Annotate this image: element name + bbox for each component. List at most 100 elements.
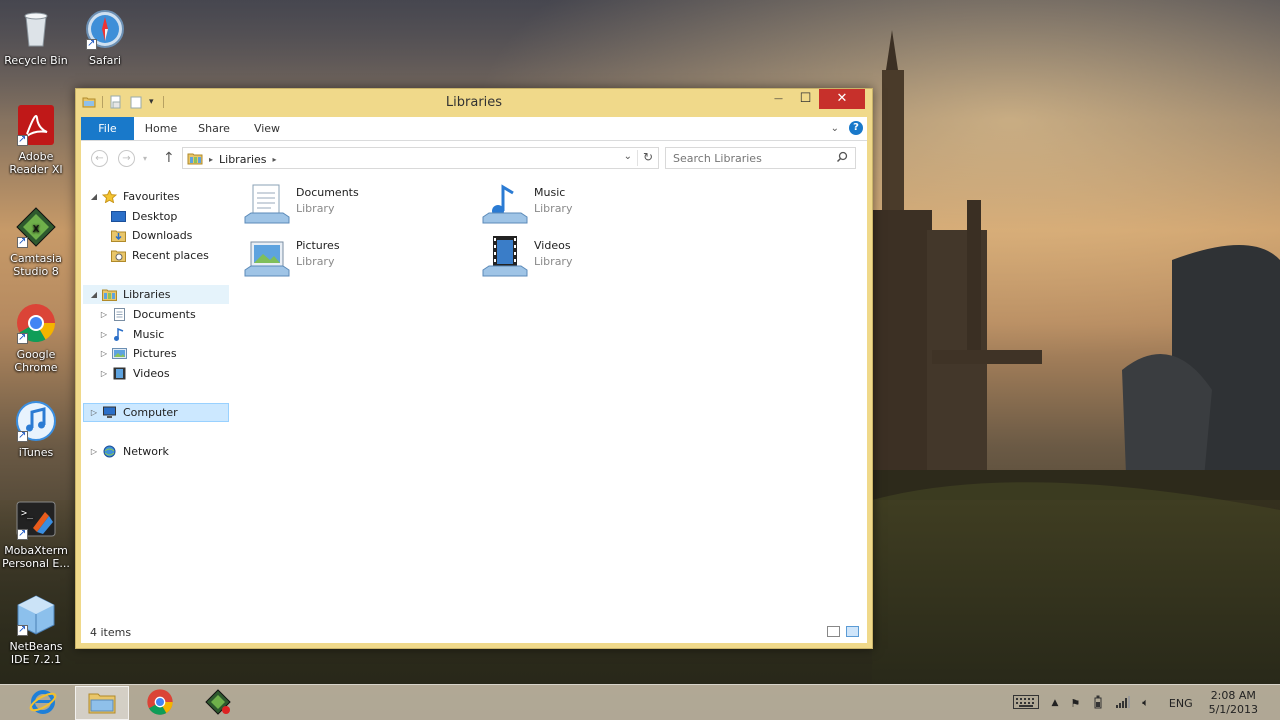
internet-explorer-icon [29,688,57,719]
library-tile-documents[interactable]: Documents Library [243,183,473,231]
taskbar-internet-explorer[interactable] [16,686,70,720]
desktop-icon-label: Recycle Bin [4,54,68,67]
search-input[interactable] [666,148,826,168]
taskbar-file-explorer[interactable] [75,686,129,720]
navigation-pane: ◢ Favourites Desktop Downloads Recent pl… [81,181,231,621]
refresh-icon[interactable]: ↻ [643,150,653,164]
expand-arrow-icon[interactable]: ▷ [99,349,109,358]
search-icon[interactable] [836,151,848,166]
desktop-icon-mobaxterm[interactable]: >_ MobaXterm Personal E... [0,498,72,570]
desktop-icon-itunes[interactable]: iTunes [0,400,72,459]
address-dropdown-icon[interactable]: ⌄ [624,151,632,162]
desktop-icon-google-chrome[interactable]: Google Chrome [0,302,72,374]
nav-libraries-label: Libraries [123,288,171,301]
ribbon-tabs: File Home Share View ⌄ ? [81,117,867,141]
breadcrumb-libraries[interactable]: Libraries [219,153,267,166]
window-title: Libraries [445,95,503,110]
breadcrumb-chevron-icon[interactable]: ▸ [273,155,277,164]
nav-downloads[interactable]: Downloads [111,226,192,245]
safari-icon [84,8,126,50]
collapse-arrow-icon[interactable]: ◢ [89,290,99,299]
library-tile-pictures[interactable]: Pictures Library [243,236,473,284]
desktop-icon-adobe-reader[interactable]: Adobe Reader XI [0,104,72,176]
maximize-button[interactable]: ☐ [792,89,819,109]
expand-ribbon-icon[interactable]: ⌄ [831,123,839,134]
taskbar-recording-app[interactable] [191,686,245,720]
close-button[interactable]: ✕ [819,89,865,109]
expand-arrow-icon[interactable]: ▷ [89,408,99,417]
desktop-icon-label: Adobe Reader XI [9,150,63,176]
nav-videos[interactable]: ▷ Videos [99,364,170,383]
nav-recent-places[interactable]: Recent places [111,246,209,265]
volume-icon[interactable]: 🔈︎ [1142,696,1149,710]
desktop-icon-safari[interactable]: Safari [69,8,141,67]
nav-music-label: Music [133,328,165,341]
details-view-icon[interactable] [827,626,840,637]
tile-type: Library [296,202,335,215]
network-signal-icon[interactable] [1116,695,1131,711]
nav-computer[interactable]: ▷ Computer [89,403,178,422]
clock-time: 2:08 AM [1210,689,1256,702]
help-icon[interactable]: ? [849,121,863,135]
itunes-icon [15,400,57,442]
action-center-flag-icon[interactable]: ⚑ [1070,697,1080,710]
back-button[interactable]: ← [91,150,108,167]
downloads-icon [111,229,126,242]
tile-type: Library [296,255,335,268]
library-tile-videos[interactable]: Videos Library [481,236,711,284]
address-row: ← → ▾ ↑ ▸ Libraries ▸ ⌄ ↻ [81,141,867,177]
star-icon [101,189,118,204]
desktop-icon-label: iTunes [18,446,54,459]
desktop-icon-netbeans[interactable]: NetBeans IDE 7.2.1 [0,594,72,666]
clock[interactable]: 2:08 AM 5/1/2013 [1209,689,1258,717]
nav-favourites[interactable]: ◢ Favourites [89,187,180,206]
tile-name: Videos [534,239,571,252]
library-tile-music[interactable]: Music Library [481,183,711,231]
nav-pictures-label: Pictures [133,347,177,360]
tab-home[interactable]: Home [141,117,181,140]
desktop-icon-recycle-bin[interactable]: Recycle Bin [0,8,72,67]
nav-music[interactable]: ▷ Music [99,325,164,344]
forward-button[interactable]: → [118,150,135,167]
power-icon[interactable] [1092,695,1104,712]
minimize-button[interactable]: — [765,89,792,109]
recent-locations-icon[interactable]: ▾ [143,154,147,163]
expand-arrow-icon[interactable]: ▷ [99,330,109,339]
pictures-icon [112,347,127,360]
file-explorer-icon [87,689,117,718]
tab-file[interactable]: File [81,117,134,140]
nav-pictures[interactable]: ▷ Pictures [99,344,177,363]
explorer-window: ▾ Libraries — ☐ ✕ File Home Share View ⌄… [75,88,873,649]
item-count: 4 items [90,626,132,639]
expand-arrow-icon[interactable]: ▷ [89,447,99,456]
expand-arrow-icon[interactable]: ▷ [99,369,109,378]
ribbon-right-controls: ⌄ ? [831,121,863,135]
taskbar: ▲ ⚑ 🔈︎ ENG 2:08 AM 5/1/2013 [0,684,1280,720]
adobe-reader-icon [15,104,57,146]
desktop-icon-camtasia[interactable]: x Camtasia Studio 8 [0,206,72,278]
nav-documents[interactable]: ▷ Documents [99,305,196,324]
tab-share[interactable]: Share [194,117,234,140]
nav-desktop-label: Desktop [132,210,178,223]
breadcrumb-chevron-icon[interactable]: ▸ [209,155,213,164]
nav-videos-label: Videos [133,367,170,380]
documents-library-icon [243,183,291,227]
desktop-icon [111,210,126,223]
nav-desktop[interactable]: Desktop [111,207,177,226]
nav-network[interactable]: ▷ Network [89,442,169,461]
keyboard-icon[interactable] [1013,694,1040,712]
title-bar[interactable]: ▾ Libraries — ☐ ✕ [76,89,872,117]
address-bar[interactable]: ▸ Libraries ▸ ⌄ ↻ [182,147,659,169]
collapse-arrow-icon[interactable]: ◢ [89,192,99,201]
nav-libraries[interactable]: ◢ Libraries [89,285,171,304]
language-indicator[interactable]: ENG [1169,697,1193,710]
up-arrow-icon[interactable]: ↑ [163,150,175,166]
desktop-icon-label: Google Chrome [14,348,58,374]
recycle-bin-icon [15,8,57,50]
tab-view[interactable]: View [247,117,287,140]
computer-icon [102,406,117,419]
taskbar-google-chrome[interactable] [133,686,187,720]
show-hidden-icons-icon[interactable]: ▲ [1051,698,1058,708]
expand-arrow-icon[interactable]: ▷ [99,310,109,319]
large-icons-view-icon[interactable] [846,626,859,637]
